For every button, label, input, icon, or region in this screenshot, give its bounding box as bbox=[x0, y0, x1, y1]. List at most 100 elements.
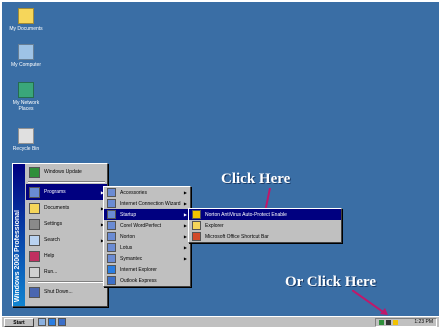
desktop-icon-label: My Documents bbox=[9, 26, 43, 32]
program-group-icon bbox=[107, 243, 116, 252]
or-click-here-arrow bbox=[352, 290, 388, 315]
programs-item-lotus[interactable]: Lotus ▶ bbox=[104, 242, 190, 253]
desktop-icon-label: My Computer bbox=[10, 62, 41, 68]
menu-separator bbox=[28, 281, 105, 283]
menu-item-label: Microsoft Office Shortcut Bar bbox=[205, 233, 269, 240]
explorer-icon bbox=[192, 221, 201, 230]
programs-item-startup[interactable]: Startup ▶ bbox=[104, 209, 190, 220]
settings-icon bbox=[29, 218, 40, 230]
submenu-arrow-icon: ▶ bbox=[183, 234, 187, 239]
menu-item-label: Search bbox=[44, 237, 60, 243]
start-menu-item-run[interactable]: Run... bbox=[26, 264, 107, 280]
network-icon bbox=[18, 82, 34, 98]
programs-item-norton[interactable]: Norton ▶ bbox=[104, 231, 190, 242]
run-icon bbox=[29, 266, 40, 278]
documents-icon bbox=[29, 202, 40, 214]
start-menu-item-shut-down[interactable]: Shut Down... bbox=[26, 284, 107, 300]
programs-menu: Accessories ▶ Internet Connection Wizard… bbox=[103, 186, 191, 287]
screen: My Documents My Computer My Network Plac… bbox=[0, 0, 441, 327]
start-menu-item-windows-update[interactable]: Windows Update bbox=[26, 164, 107, 180]
programs-item-corel-wordperfect[interactable]: Corel WordPerfect ▶ bbox=[104, 220, 190, 231]
submenu-arrow-icon: ▶ bbox=[183, 256, 187, 261]
program-group-icon bbox=[107, 254, 116, 263]
programs-icon bbox=[29, 186, 40, 198]
submenu-arrow-icon: ▶ bbox=[183, 245, 187, 250]
quick-launch bbox=[38, 318, 66, 326]
desktop-icon-my-computer[interactable]: My Computer bbox=[8, 44, 44, 68]
menu-item-label: Internet Connection Wizard bbox=[120, 200, 181, 207]
menu-item-label: Internet Explorer bbox=[120, 266, 157, 273]
help-icon bbox=[29, 250, 40, 262]
wizard-icon bbox=[107, 199, 116, 208]
start-menu-item-documents[interactable]: Documents ▶ bbox=[26, 200, 107, 216]
menu-item-label: Startup bbox=[120, 211, 137, 218]
antivirus-tray-icon[interactable] bbox=[393, 320, 398, 325]
folder-icon bbox=[18, 8, 34, 24]
menu-item-label: Explorer bbox=[205, 222, 224, 229]
internet-explorer-icon[interactable] bbox=[48, 318, 56, 326]
menu-item-label: Documents bbox=[44, 205, 70, 211]
programs-item-internet-connection-wizard[interactable]: Internet Connection Wizard ▶ bbox=[104, 198, 190, 209]
or-click-here-callout: Or Click Here bbox=[285, 274, 377, 290]
start-menu-banner-text: Windows 2000 Professional bbox=[14, 209, 21, 302]
computer-icon bbox=[18, 44, 34, 60]
programs-item-outlook-express[interactable]: Outlook Express bbox=[104, 275, 190, 286]
antivirus-icon bbox=[192, 210, 201, 219]
network-tray-icon[interactable] bbox=[379, 320, 384, 325]
menu-item-label: Settings bbox=[44, 221, 63, 227]
accessories-icon bbox=[107, 188, 116, 197]
menu-item-label: Norton AntiVirus Auto-Protect Enable bbox=[205, 211, 287, 218]
outlook-express-icon[interactable] bbox=[58, 318, 66, 326]
menu-item-label: Windows Update bbox=[44, 169, 82, 175]
start-menu-item-programs[interactable]: Programs ▶ bbox=[26, 184, 107, 200]
desktop-icon-label: My Network Places bbox=[12, 100, 40, 112]
programs-item-internet-explorer[interactable]: Internet Explorer bbox=[104, 264, 190, 275]
menu-item-label: Norton bbox=[120, 233, 136, 240]
start-menu: Windows 2000 Professional Windows Update… bbox=[12, 163, 108, 307]
menu-item-label: Symantec bbox=[120, 255, 143, 262]
submenu-arrow-icon: ▶ bbox=[183, 201, 187, 206]
program-group-icon bbox=[107, 232, 116, 241]
shutdown-icon bbox=[29, 286, 40, 298]
start-menu-item-search[interactable]: Search ▶ bbox=[26, 232, 107, 248]
desktop-icon-my-network-places[interactable]: My Network Places bbox=[8, 82, 44, 112]
menu-item-label: Lotus bbox=[120, 244, 133, 251]
startup-item-explorer[interactable]: Explorer bbox=[189, 220, 341, 231]
menu-item-label: Shut Down... bbox=[44, 289, 73, 295]
submenu-arrow-icon: ▶ bbox=[183, 190, 187, 195]
start-button-label: Start bbox=[13, 319, 25, 326]
programs-item-accessories[interactable]: Accessories ▶ bbox=[104, 187, 190, 198]
desktop-icon-label: Recycle Bin bbox=[12, 146, 40, 152]
menu-item-label: Accessories bbox=[120, 189, 147, 196]
program-group-icon bbox=[107, 221, 116, 230]
start-menu-item-help[interactable]: Help bbox=[26, 248, 107, 264]
menu-separator bbox=[28, 181, 105, 183]
recycle-bin-icon bbox=[18, 128, 34, 144]
menu-item-label: Programs bbox=[44, 189, 66, 195]
programs-item-symantec[interactable]: Symantec ▶ bbox=[104, 253, 190, 264]
windows-update-icon bbox=[29, 166, 40, 178]
office-icon bbox=[192, 232, 201, 241]
startup-item-norton-antivirus[interactable]: Norton AntiVirus Auto-Protect Enable bbox=[189, 209, 341, 220]
startup-icon bbox=[107, 210, 116, 219]
submenu-arrow-icon: ▶ bbox=[183, 223, 187, 228]
clock[interactable]: 1:23 PM bbox=[414, 319, 433, 325]
submenu-arrow-icon: ▶ bbox=[183, 212, 187, 217]
desktop-icon-my-documents[interactable]: My Documents bbox=[8, 8, 44, 32]
startup-item-office-shortcut-bar[interactable]: Microsoft Office Shortcut Bar bbox=[189, 231, 341, 242]
volume-tray-icon[interactable] bbox=[386, 320, 391, 325]
taskbar: Start 1:23 PM bbox=[2, 316, 439, 327]
menu-item-label: Run... bbox=[44, 269, 58, 275]
menu-item-label: Outlook Express bbox=[120, 277, 157, 284]
click-here-callout: Click Here bbox=[221, 171, 291, 187]
internet-explorer-icon bbox=[107, 265, 116, 274]
menu-item-label: Help bbox=[44, 253, 55, 259]
show-desktop-icon[interactable] bbox=[38, 318, 46, 326]
start-menu-item-settings[interactable]: Settings ▶ bbox=[26, 216, 107, 232]
start-menu-banner: Windows 2000 Professional bbox=[13, 164, 25, 306]
startup-submenu: Norton AntiVirus Auto-Protect Enable Exp… bbox=[188, 208, 342, 243]
desktop-icon-recycle-bin[interactable]: Recycle Bin bbox=[8, 128, 44, 152]
outlook-express-icon bbox=[107, 276, 116, 285]
menu-item-label: Corel WordPerfect bbox=[120, 222, 162, 229]
search-icon bbox=[29, 234, 40, 246]
